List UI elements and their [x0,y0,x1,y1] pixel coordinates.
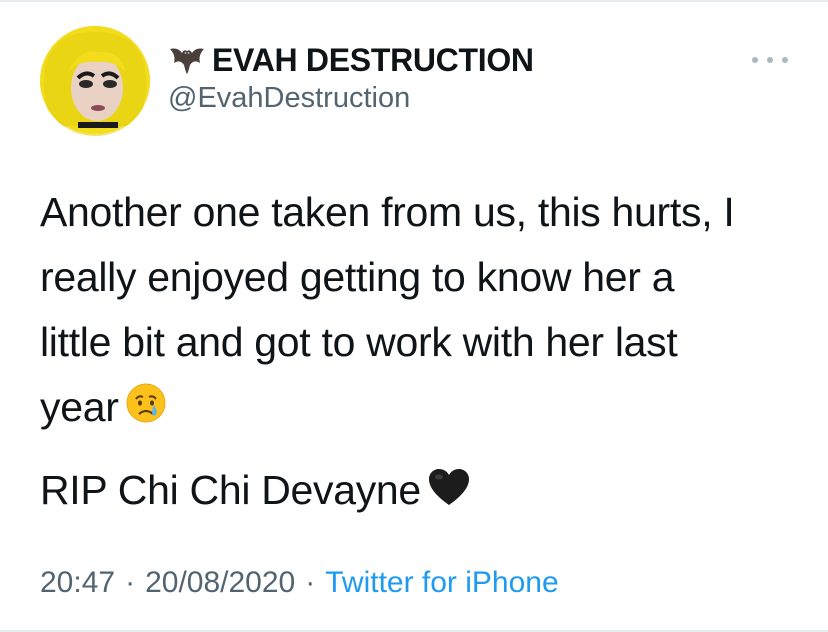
tweet-line: really enjoyed getting to know her a [40,254,675,300]
tweet-time[interactable]: 20:47 [40,566,115,600]
bat-icon [168,45,206,75]
tweet-date[interactable]: 20/08/2020 [145,566,295,600]
tweet-meta: 20:47 · 20/08/2020 · Twitter for iPhone [40,566,559,600]
tweet-last-line: year [40,375,810,440]
tweet-line: Another one taken from us, this hurts, I [40,189,735,235]
rip-line: RIP Chi Chi Devayne [40,458,471,526]
tweet-text: Another one taken from us, this hurts, I… [40,180,810,440]
more-dot [752,57,758,63]
tweet-line: year [40,384,119,430]
crying-face-emoji [125,378,167,443]
more-dot [767,57,773,63]
display-name-row[interactable]: EVAH DESTRUCTION [168,40,534,80]
separator: · [125,566,136,599]
separator: · [305,566,316,599]
more-options-icon[interactable] [752,50,788,70]
top-divider [0,0,828,2]
tweet-source-link[interactable]: Twitter for iPhone [325,566,558,600]
more-dot [782,57,788,63]
display-name: EVAH DESTRUCTION [212,41,534,78]
user-handle[interactable]: @EvahDestruction [168,82,410,115]
black-heart-emoji [427,461,471,526]
avatar[interactable] [40,26,150,136]
rip-text: RIP Chi Chi Devayne [40,467,421,513]
tweet-line: little bit and got to work with her last [40,319,678,365]
